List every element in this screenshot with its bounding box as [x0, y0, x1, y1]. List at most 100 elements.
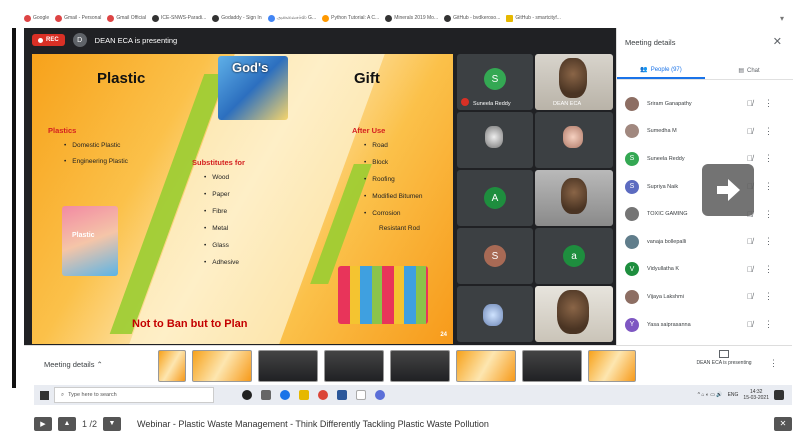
bookmark-minerals[interactable]: Minerals 2019 Mo...	[385, 14, 438, 22]
mic-off-icon[interactable]: 🎙̸	[747, 320, 753, 329]
bookmark-python[interactable]: Python Tutorial: A C...	[322, 14, 379, 22]
word-icon[interactable]	[337, 390, 347, 400]
video-tile[interactable]	[457, 286, 533, 342]
slide-page-number: 24	[440, 332, 447, 338]
after-use-item: Modified Bitumen	[364, 193, 422, 200]
mic-off-icon[interactable]: 🎙̸	[747, 265, 753, 274]
avatar	[625, 96, 639, 111]
bookmark-ice[interactable]: ICE-SNWS-Paradi...	[152, 14, 206, 22]
list-item[interactable]: Sriram Ganapathy 🎙̸ ⋮	[617, 90, 793, 118]
more-options-icon[interactable]: ⋮	[764, 98, 773, 109]
more-options-icon[interactable]: ⋮	[764, 126, 773, 137]
tab-chat[interactable]: ▤ Chat	[705, 62, 793, 79]
bookmark-github-1[interactable]: GitHub - bvdkeroso...	[444, 14, 500, 22]
list-item[interactable]: Vijaya Lakshmi 🎙̸ ⋮	[617, 283, 793, 311]
close-button[interactable]: ✕	[774, 416, 792, 431]
thumbnail[interactable]	[324, 350, 384, 382]
after-use-item: Road	[364, 142, 388, 149]
chat-icon: ▤	[738, 68, 744, 74]
more-options-icon[interactable]: ⋮	[764, 236, 773, 247]
participant-name: DEAN ECA	[553, 101, 582, 107]
file-explorer-icon[interactable]	[299, 390, 309, 400]
bookmark-github-2[interactable]: GitHub - smartcityf...	[506, 14, 561, 22]
participant-avatar: S	[484, 68, 506, 90]
tray-icons[interactable]: ^ ⌂ ◐ ▭ 🔊	[698, 392, 723, 398]
more-options-icon[interactable]: ⋮	[764, 181, 773, 192]
more-options-icon[interactable]: ⋮	[764, 264, 773, 275]
person-name: Vidyullatha K	[647, 266, 680, 273]
mic-off-icon[interactable]: 🎙̸	[747, 292, 753, 301]
video-tile[interactable]	[535, 112, 613, 168]
google-icon	[24, 14, 31, 22]
video-tile[interactable]	[457, 112, 533, 168]
bookmark-label: Gmail Official	[116, 15, 146, 21]
video-tile[interactable]: DEAN ECA	[535, 54, 613, 110]
cortana-icon[interactable]	[242, 390, 252, 400]
avatar	[625, 234, 639, 249]
bookmark-tamil[interactable]: அனலைசர்ஸ் G...	[267, 14, 316, 22]
chrome-icon[interactable]	[318, 390, 328, 400]
list-item[interactable]: V Vidyullatha K 🎙̸ ⋮	[617, 256, 793, 284]
notification-icon[interactable]	[774, 390, 784, 400]
video-tile[interactable]: S	[457, 228, 533, 284]
edge-icon[interactable]	[280, 390, 290, 400]
avatar: Y	[625, 317, 639, 332]
language-indicator[interactable]: ENG	[728, 392, 739, 398]
bookmark-google[interactable]: Google	[24, 14, 50, 22]
video-tile[interactable]	[535, 286, 613, 342]
start-button[interactable]	[34, 385, 54, 405]
globe-icon	[152, 14, 159, 22]
recording-badge: REC	[32, 34, 65, 46]
list-item[interactable]: vanaja bollepalli 🎙̸ ⋮	[617, 228, 793, 256]
thumbnail[interactable]	[588, 350, 636, 382]
video-tile[interactable]: a	[535, 228, 613, 284]
video-tile[interactable]: S Suneela Reddy	[457, 54, 533, 110]
more-options-icon[interactable]: ⋮	[764, 209, 773, 220]
video-tile[interactable]: A	[457, 170, 533, 226]
more-options-icon[interactable]: ⋮	[764, 319, 773, 330]
thumbnail[interactable]	[522, 350, 582, 382]
bookmark-label: GitHub - smartcityf...	[515, 15, 561, 21]
github-icon	[444, 14, 452, 22]
list-item[interactable]: Sumedha M 🎙̸ ⋮	[617, 118, 793, 146]
page-up-button[interactable]: ▲	[58, 416, 76, 431]
mic-off-icon[interactable]: 🎙̸	[747, 99, 753, 108]
app-icon[interactable]	[375, 390, 385, 400]
participant-avatar: a	[563, 245, 585, 267]
mic-off-icon[interactable]: 🎙̸	[747, 237, 753, 246]
chevron-up-icon: ⌃	[96, 360, 103, 369]
meeting-details-button[interactable]: Meeting details ⌃	[44, 360, 103, 369]
mic-off-icon[interactable]: 🎙̸	[747, 154, 753, 163]
thumbnail[interactable]	[390, 350, 450, 382]
chevron-down-icon[interactable]: ▾	[780, 14, 784, 23]
bookmark-gmail-personal[interactable]: Gmail - Personal	[55, 14, 101, 22]
tab-people[interactable]: 👥 People (97)	[617, 62, 705, 79]
bookmark-godaddy[interactable]: Godaddy - Sign In	[212, 14, 262, 22]
bookmark-gmail-official[interactable]: Gmail Official	[107, 14, 146, 22]
avatar	[625, 207, 639, 222]
thumbnail[interactable]	[456, 350, 516, 382]
bookmark-label: Google	[33, 15, 50, 21]
task-view-icon[interactable]	[261, 390, 271, 400]
thumbnail[interactable]	[192, 350, 252, 382]
more-options-icon[interactable]: ⋮	[764, 291, 773, 302]
participant-video	[559, 58, 587, 98]
clock[interactable]: 14:32 15-03-2021	[743, 389, 769, 401]
more-options-icon[interactable]: ⋮	[769, 358, 778, 369]
forward-share-button[interactable]	[702, 164, 754, 216]
close-icon[interactable]: ✕	[773, 35, 782, 48]
list-item[interactable]: Y Yasa saiprasanna 🎙̸ ⋮	[617, 311, 793, 339]
page-down-button[interactable]: ▼	[103, 416, 122, 431]
taskbar-search[interactable]: ⌕ Type here to search	[54, 387, 214, 403]
notepad-icon[interactable]	[356, 390, 366, 400]
sidebar-toggle-button[interactable]: ▶	[34, 416, 52, 431]
mic-off-icon[interactable]: 🎙̸	[747, 127, 753, 136]
more-options-icon[interactable]: ⋮	[764, 153, 773, 164]
record-dot-icon	[38, 37, 43, 43]
thumbnail[interactable]	[158, 350, 186, 382]
windows-icon	[39, 390, 49, 400]
thumbnail[interactable]	[258, 350, 318, 382]
video-tile[interactable]	[535, 170, 613, 226]
presenting-indicator[interactable]: DEAN ECA is presenting	[696, 350, 752, 367]
page-indicator: 1 /2	[82, 418, 98, 429]
